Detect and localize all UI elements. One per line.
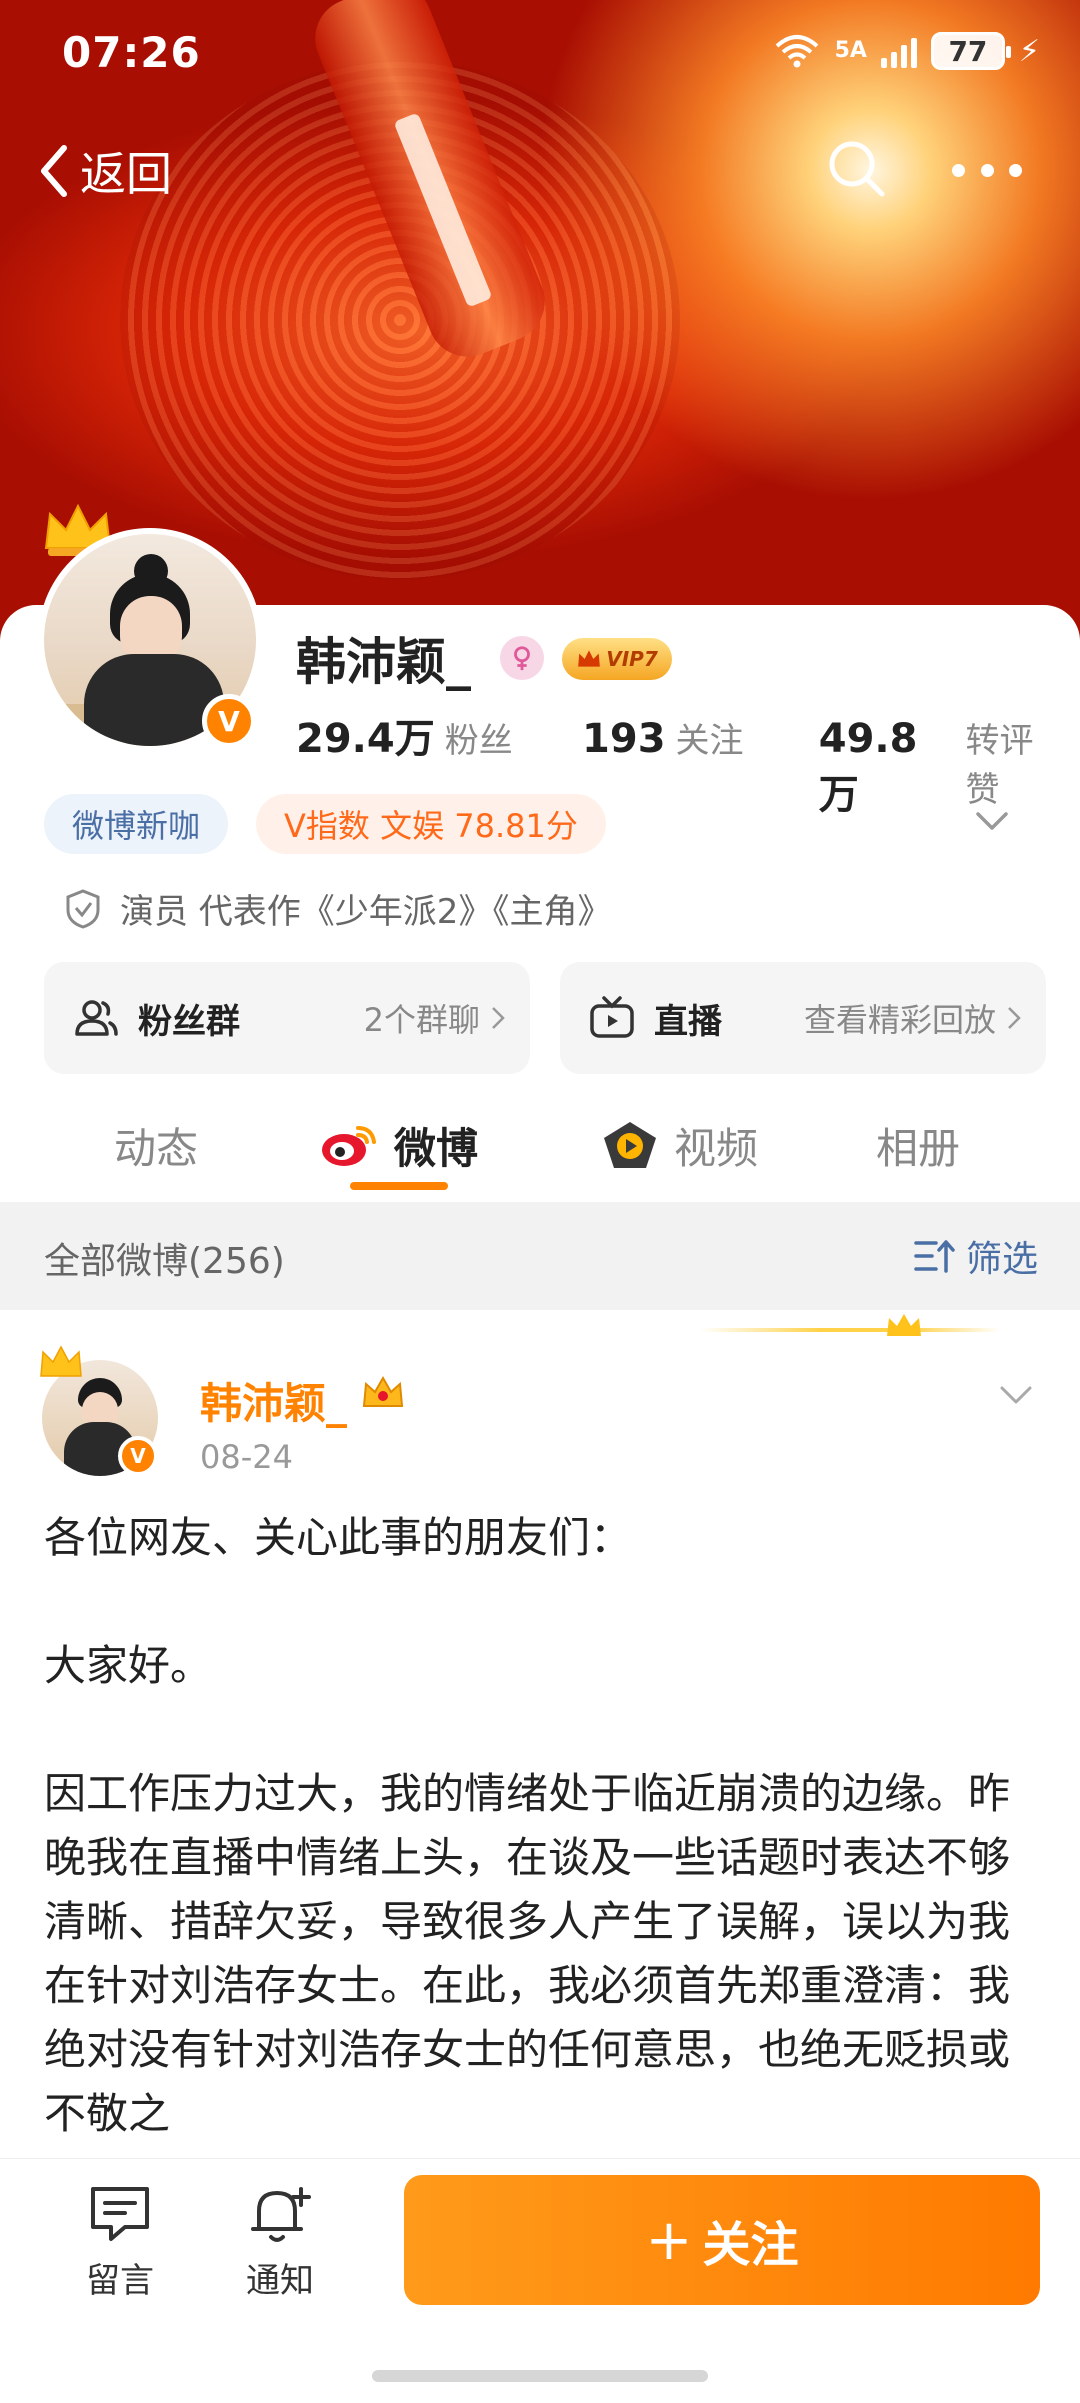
verified-badge-icon: V xyxy=(202,694,256,748)
fans-group-entry[interactable]: 粉丝群 2个群聊 xyxy=(44,962,530,1074)
more-icon[interactable] xyxy=(952,158,1022,182)
chevron-down-icon[interactable] xyxy=(972,800,1012,840)
vip-label: VIP7 xyxy=(606,647,658,671)
status-time: 07:26 xyxy=(62,28,201,77)
plus-icon: + xyxy=(645,2207,693,2273)
follow-button[interactable]: + 关注 xyxy=(404,2175,1040,2305)
signal-icon xyxy=(880,34,917,68)
status-icons: 5A 77 ⚡ xyxy=(773,32,1040,70)
comment-button[interactable]: 留言 xyxy=(60,2181,180,2302)
network-type: 5A xyxy=(834,38,867,63)
stat-likes[interactable]: 49.8万 转评赞 xyxy=(819,713,1066,820)
comment-icon xyxy=(91,2187,149,2241)
post-decoration-line xyxy=(700,1328,1000,1332)
home-indicator[interactable] xyxy=(372,2370,708,2382)
all-posts-count: 全部微博(256) xyxy=(44,1241,285,1282)
occupation-info: 演员 代表作《少年派2》《主角》 xyxy=(64,884,611,933)
chevron-down-icon[interactable] xyxy=(996,1374,1036,1414)
chevron-right-icon xyxy=(492,1007,505,1029)
tab-activity[interactable]: 动态 xyxy=(114,1110,198,1180)
battery-icon: 77 xyxy=(930,32,1011,70)
fans-group-sub: 2个群聊 xyxy=(364,995,506,1041)
crown-icon xyxy=(40,1345,82,1377)
weibo-logo-icon xyxy=(322,1126,376,1166)
stat-following[interactable]: 193 关注 xyxy=(582,713,819,762)
profile-tags: 微博新咖 V指数 文娱 78.81分 xyxy=(44,794,606,854)
profile-name: 韩沛颖_ xyxy=(296,633,471,691)
tag-v-index[interactable]: V指数 文娱 78.81分 xyxy=(256,794,606,854)
bottom-action-bar: 留言 通知 + 关注 xyxy=(0,2158,1080,2403)
vip-crown-icon xyxy=(362,1375,404,1407)
wifi-icon xyxy=(775,35,818,68)
active-tab-indicator xyxy=(350,1182,448,1190)
shield-icon xyxy=(66,888,100,929)
filter-bar: 全部微博(256) 筛选 xyxy=(0,1202,1080,1310)
live-sub: 查看精彩回放 xyxy=(804,995,1022,1041)
back-label: 返回 xyxy=(80,147,172,201)
battery-level: 77 xyxy=(948,34,988,68)
vip-badge[interactable]: VIP7 xyxy=(562,638,672,680)
stat-followers[interactable]: 29.4万 粉丝 xyxy=(296,706,582,764)
vip-crown-icon xyxy=(578,650,601,667)
post-body: 各位网友、关心此事的朋友们： 大家好。 因工作压力过大，我的情绪处于临近崩溃的边… xyxy=(44,1506,1034,2146)
chevron-left-icon xyxy=(41,145,67,197)
profile-stats: 29.4万 粉丝 193 关注 49.8万 转评赞 xyxy=(296,706,1066,818)
tab-weibo[interactable]: 微博 xyxy=(318,1110,478,1180)
chevron-right-icon xyxy=(1008,1007,1021,1029)
search-icon[interactable] xyxy=(824,136,890,202)
post-date: 08-24 xyxy=(200,1438,293,1476)
filter-icon xyxy=(914,1240,955,1273)
post-author[interactable]: 韩沛颖_ xyxy=(200,1370,347,1431)
post-paragraph: 因工作压力过大，我的情绪处于临近崩溃的边缘。昨晚我在直播中情绪上头，在谈及一些话… xyxy=(44,1769,1011,2138)
live-title: 直播 xyxy=(654,1001,722,1042)
video-play-icon xyxy=(604,1122,656,1168)
post-paragraph: 各位网友、关心此事的朋友们： xyxy=(44,1513,633,1562)
tv-icon xyxy=(590,996,634,1038)
back-button[interactable]: 返回 xyxy=(36,138,172,204)
tag-new-creator[interactable]: 微博新咖 xyxy=(44,794,229,854)
live-entry[interactable]: 直播 查看精彩回放 xyxy=(560,962,1046,1074)
status-bar: 07:26 5A 77 ⚡ xyxy=(0,0,1080,110)
filter-button[interactable]: 筛选 xyxy=(912,1230,1038,1282)
users-icon xyxy=(75,1000,118,1036)
verified-badge-icon: V xyxy=(118,1436,158,1476)
charging-icon: ⚡ xyxy=(1018,33,1040,69)
post-card[interactable]: V 韩沛颖_ 08-24 各位网友、关心此事的朋友们： 大家好。 因工作压力过大… xyxy=(0,1310,1080,2160)
occupation-text: 演员 代表作《少年派2》《主角》 xyxy=(120,892,612,932)
profile-tabs: 动态 微博 视频 相册 xyxy=(0,1090,1080,1200)
notify-button[interactable]: 通知 xyxy=(220,2181,340,2302)
crown-icon xyxy=(887,1314,921,1336)
post-paragraph: 大家好。 xyxy=(44,1641,213,1690)
tab-video[interactable]: 视频 xyxy=(600,1110,758,1180)
fans-group-title: 粉丝群 xyxy=(138,1001,240,1042)
top-nav: 返回 xyxy=(0,120,1080,220)
bell-plus-icon xyxy=(251,2187,311,2242)
female-icon xyxy=(500,636,544,680)
tab-album[interactable]: 相册 xyxy=(876,1110,960,1180)
